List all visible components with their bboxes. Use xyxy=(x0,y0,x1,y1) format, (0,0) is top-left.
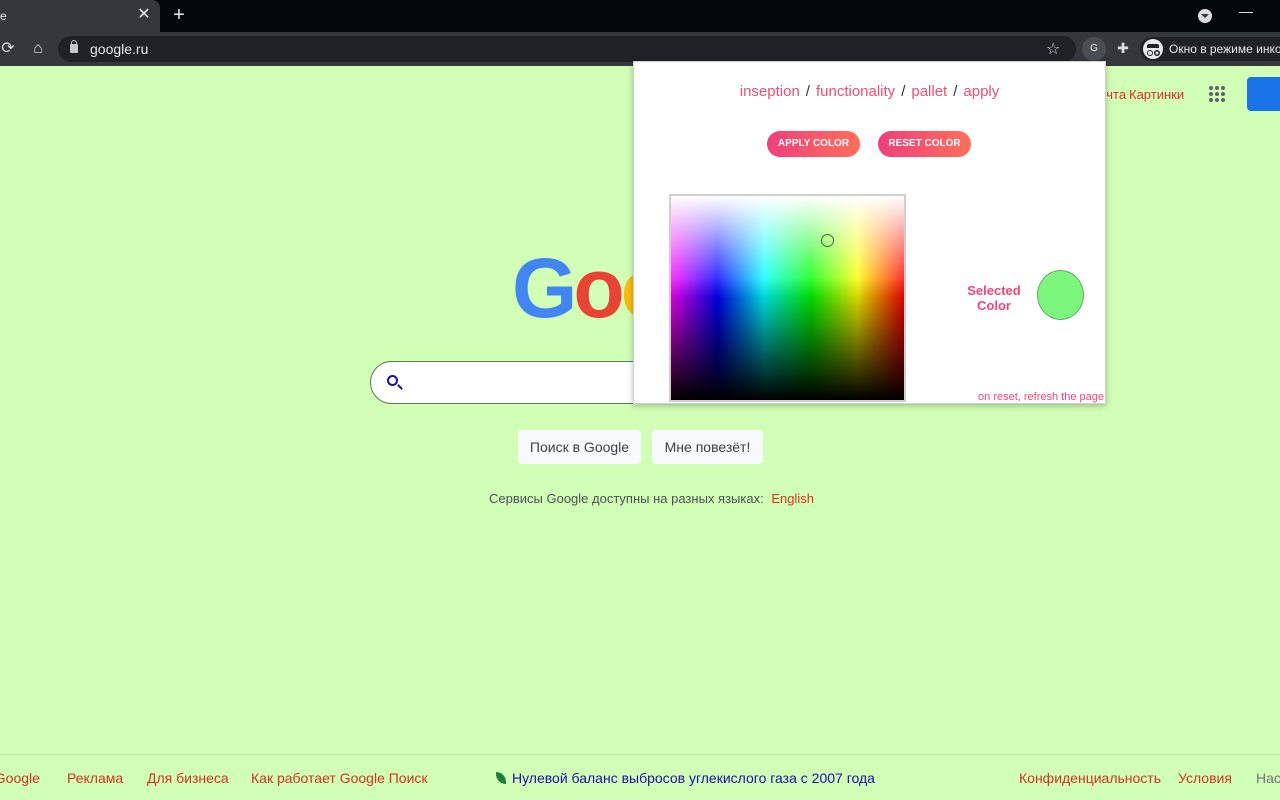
tab-title: е xyxy=(0,9,7,23)
search-icon xyxy=(387,375,398,386)
picker-black-layer xyxy=(671,196,904,400)
footer-carbon-text: Нулевой баланс выбросов углекислого газа… xyxy=(512,770,875,786)
languages-row: Сервисы Google доступны на разных языках… xyxy=(489,491,814,506)
footer-settings-link[interactable]: Настройки xyxy=(1256,770,1280,786)
incognito-indicator[interactable]: Окно в режиме инкогнито xyxy=(1140,37,1280,61)
selected-color-swatch xyxy=(1037,270,1084,320)
extension-nav: inseption / functionality / pallet / apply xyxy=(634,83,1105,100)
nav-functionality[interactable]: functionality xyxy=(816,83,895,100)
incognito-label: Окно в режиме инкогнито xyxy=(1169,42,1280,56)
languages-text: Сервисы Google доступны на разных языках… xyxy=(489,491,764,506)
incognito-icon xyxy=(1143,39,1163,59)
apply-color-button[interactable]: APPLY COLOR xyxy=(767,131,860,157)
footer-terms-link[interactable]: Условия xyxy=(1178,770,1232,786)
picker-handle[interactable] xyxy=(821,234,834,247)
puzzle-icon[interactable]: ✚ xyxy=(1114,39,1132,57)
nav-apply[interactable]: apply xyxy=(963,83,999,100)
nav-separator: / xyxy=(805,83,810,100)
close-tab-icon[interactable]: ✕ xyxy=(136,6,152,24)
apps-grid-icon[interactable] xyxy=(1209,86,1225,102)
extension-g-icon[interactable]: G xyxy=(1082,37,1106,61)
nav-pallet[interactable]: pallet xyxy=(911,83,947,100)
nav-separator: / xyxy=(953,83,958,100)
home-icon[interactable]: ⌂ xyxy=(28,39,48,59)
star-icon[interactable]: ☆ xyxy=(1046,39,1060,59)
footer-divider xyxy=(0,754,1280,755)
nav-separator: / xyxy=(901,83,906,100)
footer-ads-link[interactable]: Реклама xyxy=(67,770,123,786)
browser-tab[interactable]: е ✕ xyxy=(0,0,160,32)
footer-privacy-link[interactable]: Конфиденциальность xyxy=(1019,770,1161,786)
footer-how-search-works-link[interactable]: Как работает Google Поиск xyxy=(251,770,428,786)
tab-strip: е ✕ + — xyxy=(0,0,1280,32)
feeling-lucky-button[interactable]: Мне повезёт! xyxy=(652,430,763,464)
footer-business-link[interactable]: Для бизнеса xyxy=(147,770,229,786)
lock-icon[interactable] xyxy=(70,40,78,53)
footer-carbon-link[interactable]: Нулевой баланс выбросов углекислого газа… xyxy=(496,770,875,786)
color-extension-popup: inseption / functionality / pallet / apply APP… xyxy=(633,61,1106,404)
leaf-icon xyxy=(496,772,506,784)
reload-icon[interactable]: ⟳ xyxy=(0,39,18,59)
new-tab-icon[interactable]: + xyxy=(170,5,188,25)
minimize-icon[interactable]: — xyxy=(1238,4,1254,20)
images-link[interactable]: Картинки xyxy=(1129,87,1184,102)
google-search-button[interactable]: Поиск в Google xyxy=(518,430,641,464)
tab-search-icon[interactable] xyxy=(1198,9,1212,23)
nav-inseption[interactable]: inseption xyxy=(740,83,800,100)
footer-about-link[interactable]: О Google xyxy=(0,770,40,786)
english-link[interactable]: English xyxy=(771,491,814,506)
reset-color-button[interactable]: RESET COLOR xyxy=(878,131,971,157)
selected-color-label: Selected Color xyxy=(967,283,1021,313)
color-picker-area[interactable] xyxy=(669,194,906,402)
reset-note: on reset, refresh the page xyxy=(978,391,1104,403)
sign-in-button[interactable] xyxy=(1247,77,1280,111)
url-text: google.ru xyxy=(90,41,149,57)
address-bar[interactable]: google.ru ☆ xyxy=(58,36,1076,62)
